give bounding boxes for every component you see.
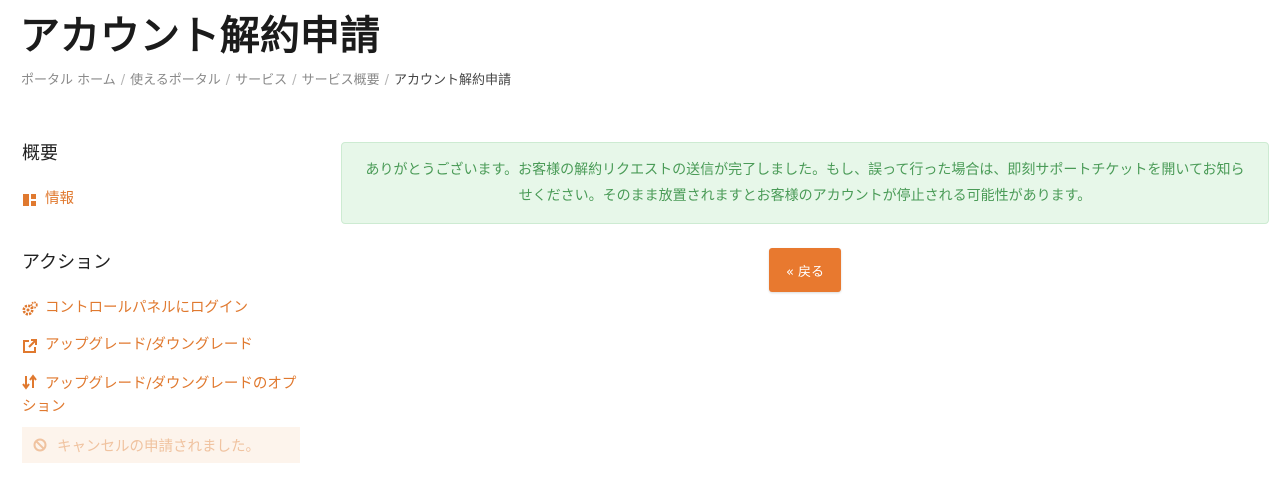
cogs-icon	[22, 301, 38, 317]
breadcrumb: ポータル ホーム / 使えるポータル / サービス / サービス概要 / アカウント解約申請	[21, 72, 511, 90]
sidebar-item-upgrade-downgrade[interactable]: アップグレード/ダウングレード	[22, 334, 253, 357]
breadcrumb-separator: /	[384, 73, 389, 88]
actions-heading: アクション	[22, 252, 112, 273]
sidebar-item-label: コントロールパネルにログイン	[45, 300, 248, 316]
dashboard-icon	[22, 192, 38, 208]
sidebar-item-info[interactable]: 情報	[22, 188, 74, 211]
success-alert: ありがとうございます。お客様の解約リクエストの送信が完了しました。もし、誤って行…	[341, 142, 1269, 224]
back-button[interactable]: « 戻る	[769, 248, 841, 292]
breadcrumb-separator: /	[120, 73, 126, 88]
overview-heading: 概要	[22, 143, 58, 164]
breadcrumb-link-portal-home[interactable]: ポータル ホーム	[21, 73, 116, 88]
sidebar-item-label: 情報	[45, 191, 74, 207]
breadcrumb-separator: /	[292, 73, 297, 88]
breadcrumb-link-services[interactable]: サービス	[235, 73, 287, 88]
sidebar-item-label: アップグレード/ダウングレード	[45, 337, 253, 353]
sidebar-item-control-panel-login[interactable]: コントロールパネルにログイン	[22, 297, 248, 320]
breadcrumb-current: アカウント解約申請	[393, 73, 511, 88]
breadcrumb-link-tsukaeru-portal[interactable]: 使えるポータル	[130, 73, 221, 88]
sort-arrows-icon	[22, 374, 38, 390]
alert-message: ありがとうございます。お客様の解約リクエストの送信が完了しました。もし、誤って行…	[365, 162, 1245, 204]
sidebar-item-cancellation-requested: キャンセルの申請されました。	[22, 427, 300, 463]
breadcrumb-separator: /	[225, 73, 231, 88]
breadcrumb-link-service-overview[interactable]: サービス概要	[302, 73, 380, 88]
external-link-icon	[22, 338, 38, 354]
sidebar-item-upgrade-downgrade-options[interactable]: アップグレード/ダウングレードのオプション	[22, 370, 302, 419]
ban-icon	[33, 438, 47, 452]
sidebar-item-label: アップグレード/ダウングレードのオプション	[22, 376, 297, 415]
sidebar-item-label: キャンセルの申請されました。	[57, 438, 260, 455]
page-title: アカウント解約申請	[20, 13, 380, 59]
